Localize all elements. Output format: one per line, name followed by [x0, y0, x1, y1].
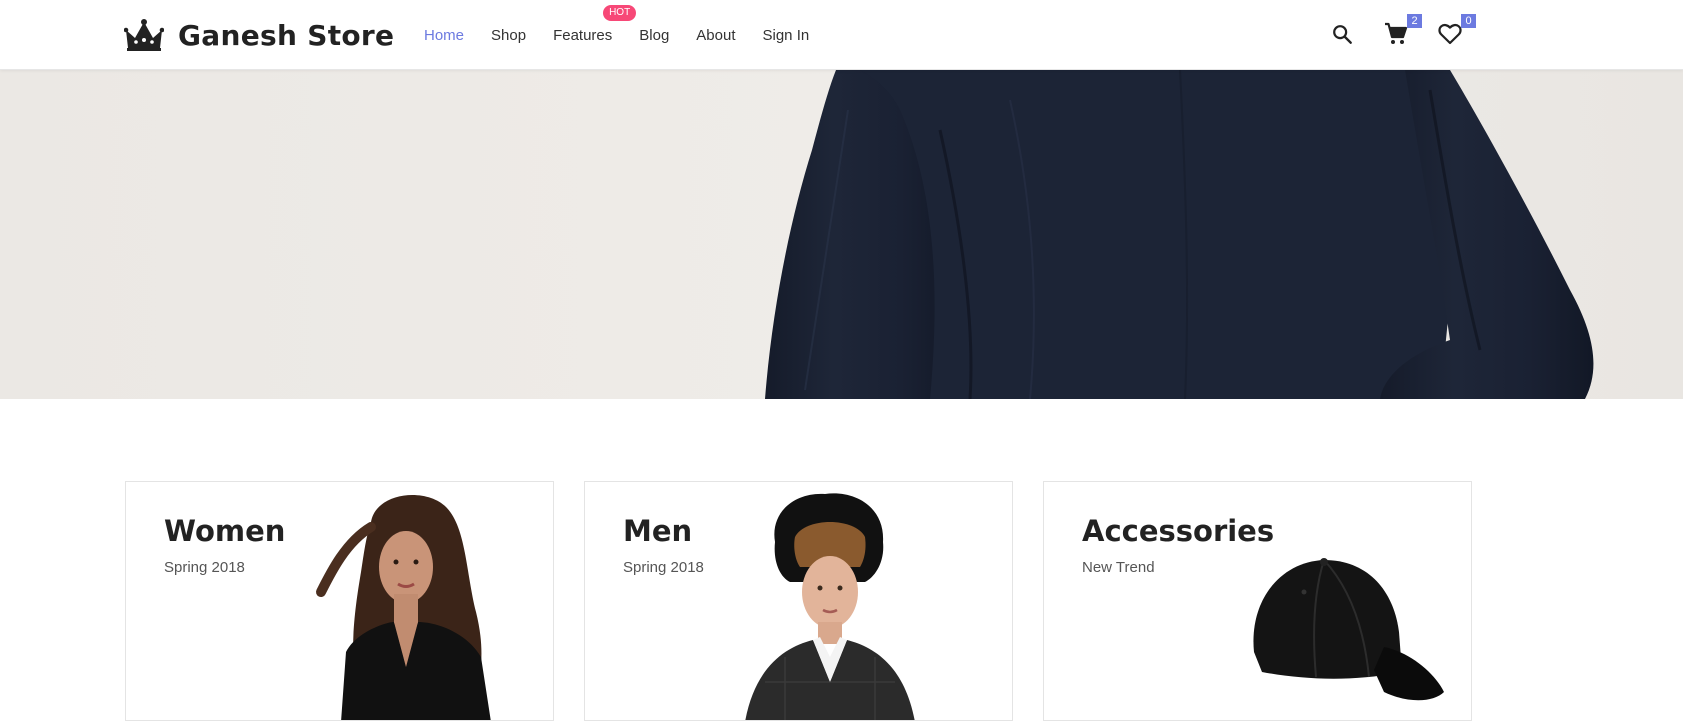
- category-subtitle-accessories: New Trend: [1082, 559, 1155, 576]
- nav-about[interactable]: About: [696, 27, 735, 44]
- brand-name: Ganesh Store: [178, 18, 395, 52]
- search-button[interactable]: [1328, 20, 1356, 48]
- hero-banner: [0, 70, 1683, 399]
- category-card-accessories[interactable]: Accessories New Trend: [1043, 481, 1472, 721]
- cap-image: [1253, 558, 1444, 701]
- hero-image: [0, 70, 1683, 399]
- hot-badge: HOT: [603, 4, 637, 21]
- heart-icon: [1438, 23, 1462, 45]
- wishlist-button[interactable]: 0: [1436, 14, 1476, 48]
- nav-home[interactable]: Home: [424, 27, 464, 44]
- brand-logo[interactable]: Ganesh Store: [124, 18, 394, 52]
- wishlist-count-badge: 0: [1461, 14, 1476, 28]
- nav-sign-in[interactable]: Sign In: [763, 27, 810, 44]
- cart-icon: [1385, 22, 1408, 44]
- category-card-men[interactable]: Men Spring 2018: [584, 481, 1013, 721]
- category-title-men: Men: [623, 514, 693, 548]
- cart-button[interactable]: 2: [1382, 14, 1422, 48]
- crown-icon: [124, 19, 164, 51]
- category-card-women[interactable]: Women Spring 2018: [125, 481, 554, 721]
- category-title-women: Women: [164, 514, 286, 548]
- category-subtitle-men: Spring 2018: [623, 559, 704, 576]
- category-title-accessories: Accessories: [1082, 514, 1275, 548]
- women-image: [316, 495, 491, 720]
- nav-shop[interactable]: Shop: [491, 27, 526, 44]
- cart-count-badge: 2: [1407, 14, 1422, 28]
- nav-features[interactable]: Features HOT: [553, 4, 637, 44]
- category-subtitle-women: Spring 2018: [164, 559, 245, 576]
- search-icon: [1333, 25, 1352, 44]
- header-icons: 2 0: [1328, 14, 1490, 48]
- nav-blog[interactable]: Blog: [639, 27, 669, 44]
- men-image: [745, 493, 915, 720]
- main-nav: Home Shop Features HOT Blog About Sign In: [424, 0, 836, 70]
- site-header: Ganesh Store Home Shop Features HOT Blog …: [0, 0, 1683, 70]
- nav-features-label: Features: [553, 26, 613, 44]
